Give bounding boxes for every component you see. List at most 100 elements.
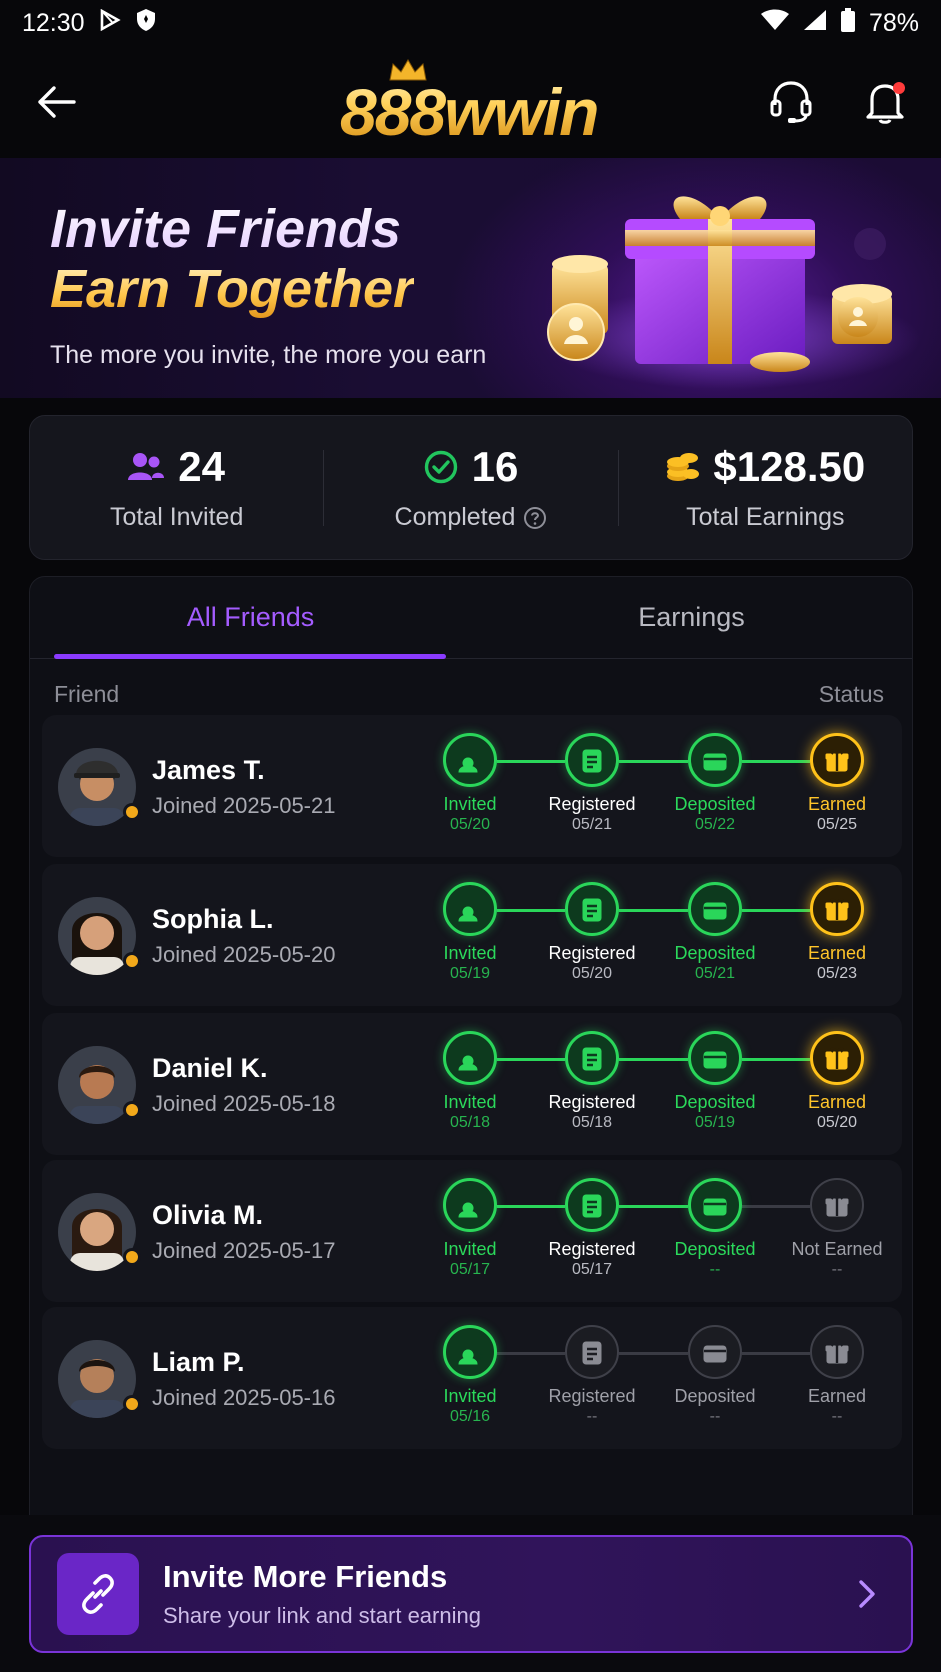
step-circle (443, 882, 497, 936)
step-circle (810, 1178, 864, 1232)
status-time: 12:30 (22, 8, 85, 37)
step-circle (443, 1031, 497, 1085)
step-date: -- (831, 1408, 843, 1425)
step-circle (565, 733, 619, 787)
user-plus-icon (458, 906, 483, 922)
friend-row[interactable]: Liam P. Joined 2025-05-16 Invited 05/16 Regi… (42, 1307, 902, 1449)
step-circle (565, 1031, 619, 1085)
step-label: Not Earned (791, 1239, 883, 1259)
step-label: Registered (548, 1092, 636, 1112)
stat-completed: 16 Completed (324, 443, 617, 532)
column-friend: Friend (54, 680, 120, 707)
level-badge (123, 952, 141, 970)
step-date: -- (709, 1261, 721, 1278)
wallet-icon (703, 902, 727, 920)
step-circle (810, 1325, 864, 1379)
step-date: 05/25 (816, 816, 858, 833)
step-label: Deposited (674, 794, 756, 814)
step-registered: Registered 05/18 (532, 1031, 652, 1133)
link-icon-box (57, 1553, 139, 1635)
wallet-icon (703, 1198, 727, 1216)
completed-value: 16 (471, 443, 519, 490)
progress-steps: Invited 05/20 Registered 05/21 Deposited 05/2… (410, 733, 890, 843)
document-icon (582, 749, 602, 773)
arrow-left-icon (38, 86, 76, 118)
step-deposited: Deposited 05/21 (655, 882, 775, 984)
step-earned: Earned 05/25 (777, 733, 897, 835)
level-badge (123, 1248, 141, 1266)
step-label: Invited (443, 1092, 497, 1112)
step-date: 05/19 (694, 1114, 736, 1131)
check-circle-icon (424, 450, 457, 484)
user-plus-icon (458, 757, 483, 773)
friend-row[interactable]: Daniel K. Joined 2025-05-18 Invited 05/18 Re… (42, 1013, 902, 1155)
step-deposited: Deposited 05/19 (655, 1031, 775, 1133)
invite-more-friends-button[interactable]: Invite More Friends Share your link and … (29, 1535, 913, 1653)
document-icon (582, 1194, 602, 1218)
tab-earnings[interactable]: Earnings (471, 577, 912, 658)
friend-name: Olivia M. (152, 1200, 264, 1230)
battery-icon (840, 7, 855, 39)
step-label: Invited (443, 1386, 497, 1406)
step-circle (565, 882, 619, 936)
friend-name: Sophia L. (152, 904, 274, 934)
stat-total-invited: 24 Total Invited (30, 443, 323, 532)
support-button[interactable] (767, 78, 815, 126)
step-circle (688, 1325, 742, 1379)
notifications-button[interactable] (861, 78, 909, 126)
notification-badge (893, 82, 905, 94)
step-earned: Earned 05/23 (777, 882, 897, 984)
step-deposited: Deposited -- (655, 1325, 775, 1427)
friend-row[interactable]: James T. Joined 2025-05-21 Invited 05/20 Reg… (42, 715, 902, 857)
step-circle (443, 1325, 497, 1379)
friend-row[interactable]: Sophia L. Joined 2025-05-20 Invited 05/19 Re… (42, 864, 902, 1006)
step-date: -- (831, 1261, 843, 1278)
step-earned: Not Earned -- (777, 1178, 897, 1280)
signal-icon (803, 9, 827, 38)
gift-icon (825, 749, 849, 772)
progress-steps: Invited 05/18 Registered 05/18 Deposited 05/1… (410, 1031, 890, 1141)
hero-subtitle: The more you invite, the more you earn (50, 341, 487, 369)
level-badge (123, 803, 141, 821)
gift-icon (825, 1341, 849, 1364)
wallet-icon (703, 1345, 727, 1363)
step-deposited: Deposited 05/22 (655, 733, 775, 835)
wifi-icon (760, 9, 789, 38)
wallet-icon (703, 753, 727, 771)
help-icon[interactable] (523, 506, 547, 530)
friend-name: Liam P. (152, 1347, 245, 1377)
friend-joined-date: Joined 2025-05-18 (152, 1091, 336, 1116)
total-earnings-label: Total Earnings (686, 503, 845, 531)
friend-joined-date: Joined 2025-05-20 (152, 942, 336, 967)
battery-percent: 78% (868, 8, 919, 37)
user-plus-icon (458, 1055, 483, 1071)
step-date: 05/21 (694, 965, 736, 982)
step-date: 05/17 (449, 1261, 491, 1278)
step-date: 05/17 (571, 1261, 613, 1278)
step-label: Deposited (674, 943, 756, 963)
gift-icon (825, 898, 849, 921)
hero-title-line2: Earn Together (50, 259, 415, 319)
document-icon (582, 1341, 602, 1365)
user-plus-icon (458, 1349, 483, 1365)
invite-subtitle: Share your link and start earning (163, 1603, 481, 1628)
step-date: 05/20 (449, 816, 491, 833)
wallet-icon (703, 1051, 727, 1069)
step-label: Registered (548, 943, 636, 963)
step-earned: Earned -- (777, 1325, 897, 1427)
step-registered: Registered 05/21 (532, 733, 652, 835)
step-date: 05/21 (571, 816, 613, 833)
users-icon (128, 453, 165, 480)
column-status: Status (818, 680, 884, 707)
friend-row[interactable]: Olivia M. Joined 2025-05-17 Invited 05/17 Re… (42, 1160, 902, 1302)
step-date: 05/18 (571, 1114, 613, 1131)
back-button[interactable] (32, 78, 80, 126)
step-label: Earned (807, 943, 867, 963)
tab-all-friends[interactable]: All Friends (30, 577, 471, 658)
friend-name: Daniel K. (152, 1053, 268, 1083)
friend-joined-date: Joined 2025-05-17 (152, 1238, 336, 1263)
total-earnings-value: $128.50 (713, 443, 866, 490)
shield-icon (135, 8, 157, 39)
progress-steps: Invited 05/19 Registered 05/20 Deposited 05/2… (410, 882, 890, 992)
step-label: Invited (443, 794, 497, 814)
